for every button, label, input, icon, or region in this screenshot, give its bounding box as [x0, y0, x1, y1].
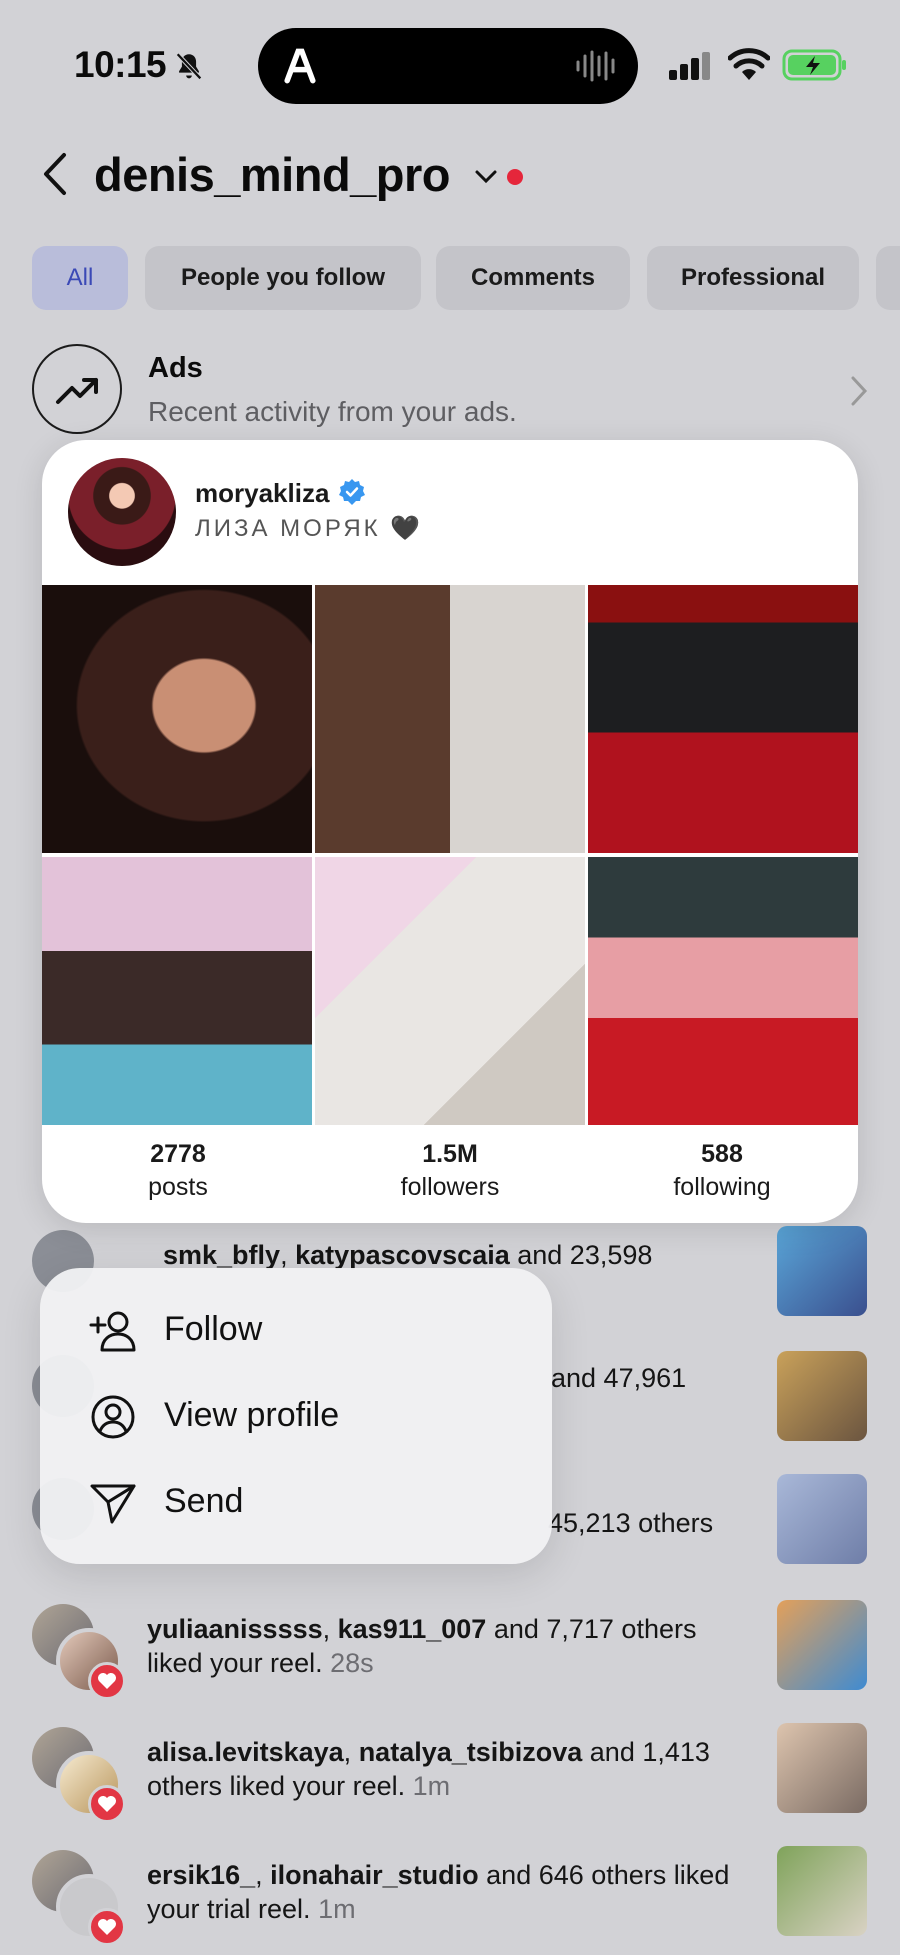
- verified-badge-icon: [339, 479, 365, 505]
- page-header: denis_mind_pro: [0, 135, 900, 215]
- chip-more[interactable]: [876, 246, 900, 310]
- preview-username[interactable]: moryakliza: [195, 478, 329, 509]
- grid-post[interactable]: [315, 585, 585, 853]
- grid-post[interactable]: [315, 857, 585, 1125]
- trending-up-icon: [56, 378, 98, 404]
- heart-icon: [98, 1919, 116, 1935]
- post-thumbnail[interactable]: [777, 1723, 867, 1813]
- grid-post[interactable]: [42, 585, 312, 853]
- wifi-icon: [728, 48, 770, 80]
- ads-subtitle: Recent activity from your ads.: [148, 396, 517, 427]
- activity-text: and 47,961: [551, 1363, 687, 1393]
- audio-wave-icon: [576, 50, 615, 82]
- stat-followers[interactable]: 1.5M followers: [314, 1140, 586, 1202]
- activity-text: alisa.levitskaya, natalya_tsibizova and …: [147, 1737, 710, 1801]
- ads-row[interactable]: Ads Recent activity from your ads.: [0, 340, 900, 456]
- status-bar: 10:15: [0, 0, 900, 130]
- post-grid: [42, 585, 858, 1125]
- post-thumbnail[interactable]: [777, 1474, 867, 1564]
- chevron-right-icon: [851, 376, 868, 406]
- post-thumbnail[interactable]: [777, 1600, 867, 1690]
- cellular-signal-icon: [669, 52, 710, 80]
- account-username[interactable]: denis_mind_pro: [94, 147, 451, 202]
- ads-icon-circle: [32, 344, 122, 434]
- back-arrow-icon[interactable]: [38, 149, 72, 199]
- ads-title: Ads: [148, 352, 203, 384]
- avatar[interactable]: [68, 458, 176, 566]
- heart-badge: [88, 1908, 126, 1946]
- activity-text: 45,213 others: [548, 1508, 714, 1538]
- activity-text: ersik16_, ilonahair_studio and 646 other…: [147, 1860, 730, 1924]
- add-person-icon: [89, 1311, 136, 1352]
- list-item[interactable]: alisa.levitskaya, natalya_tsibizova and …: [0, 1723, 900, 1837]
- activity-text: smk_bfly, katypascovscaia and 23,598: [163, 1240, 653, 1270]
- chip-comments[interactable]: Comments: [436, 246, 630, 310]
- app-glyph-icon: [284, 48, 316, 84]
- preview-bio: ЛИЗА МОРЯК 🖤: [195, 515, 424, 542]
- post-thumbnail[interactable]: [777, 1226, 867, 1316]
- profile-stats: 2778 posts 1.5M followers 588 following: [42, 1140, 858, 1220]
- post-thumbnail[interactable]: [777, 1351, 867, 1441]
- grid-post[interactable]: [588, 857, 858, 1125]
- notification-dot: [507, 169, 523, 185]
- bell-slash-icon: [176, 52, 202, 80]
- chip-all[interactable]: All: [32, 246, 128, 310]
- chip-professional[interactable]: Professional: [647, 246, 859, 310]
- heart-icon: [98, 1796, 116, 1812]
- menu-item-view-profile[interactable]: View profile: [40, 1376, 552, 1456]
- grid-post[interactable]: [588, 585, 858, 853]
- chevron-down-icon[interactable]: [474, 167, 498, 187]
- battery-charging-icon: [782, 49, 846, 81]
- list-item[interactable]: ersik16_, ilonahair_studio and 646 other…: [0, 1846, 900, 1955]
- post-thumbnail[interactable]: [777, 1846, 867, 1936]
- stat-following[interactable]: 588 following: [586, 1140, 858, 1202]
- menu-item-send[interactable]: Send: [40, 1462, 552, 1542]
- heart-badge: [88, 1662, 126, 1700]
- heart-icon: [98, 1673, 116, 1689]
- menu-item-follow[interactable]: Follow: [40, 1290, 552, 1370]
- status-time: 10:15: [74, 44, 167, 85]
- grid-post[interactable]: [42, 857, 312, 1125]
- dynamic-island: [258, 28, 638, 104]
- context-menu: Follow View profile Send: [40, 1268, 552, 1564]
- activity-text: yuliaanisssss, kas911_007 and 7,717 othe…: [147, 1614, 697, 1678]
- heart-badge: [88, 1785, 126, 1823]
- list-item[interactable]: yuliaanisssss, kas911_007 and 7,717 othe…: [0, 1600, 900, 1714]
- paper-plane-icon: [90, 1484, 136, 1524]
- profile-preview-card[interactable]: moryakliza ЛИЗА МОРЯК 🖤 2778 posts 1.5M …: [42, 440, 858, 1223]
- stat-posts[interactable]: 2778 posts: [42, 1140, 314, 1202]
- profile-circle-icon: [91, 1395, 135, 1439]
- chip-people-you-follow[interactable]: People you follow: [145, 246, 421, 310]
